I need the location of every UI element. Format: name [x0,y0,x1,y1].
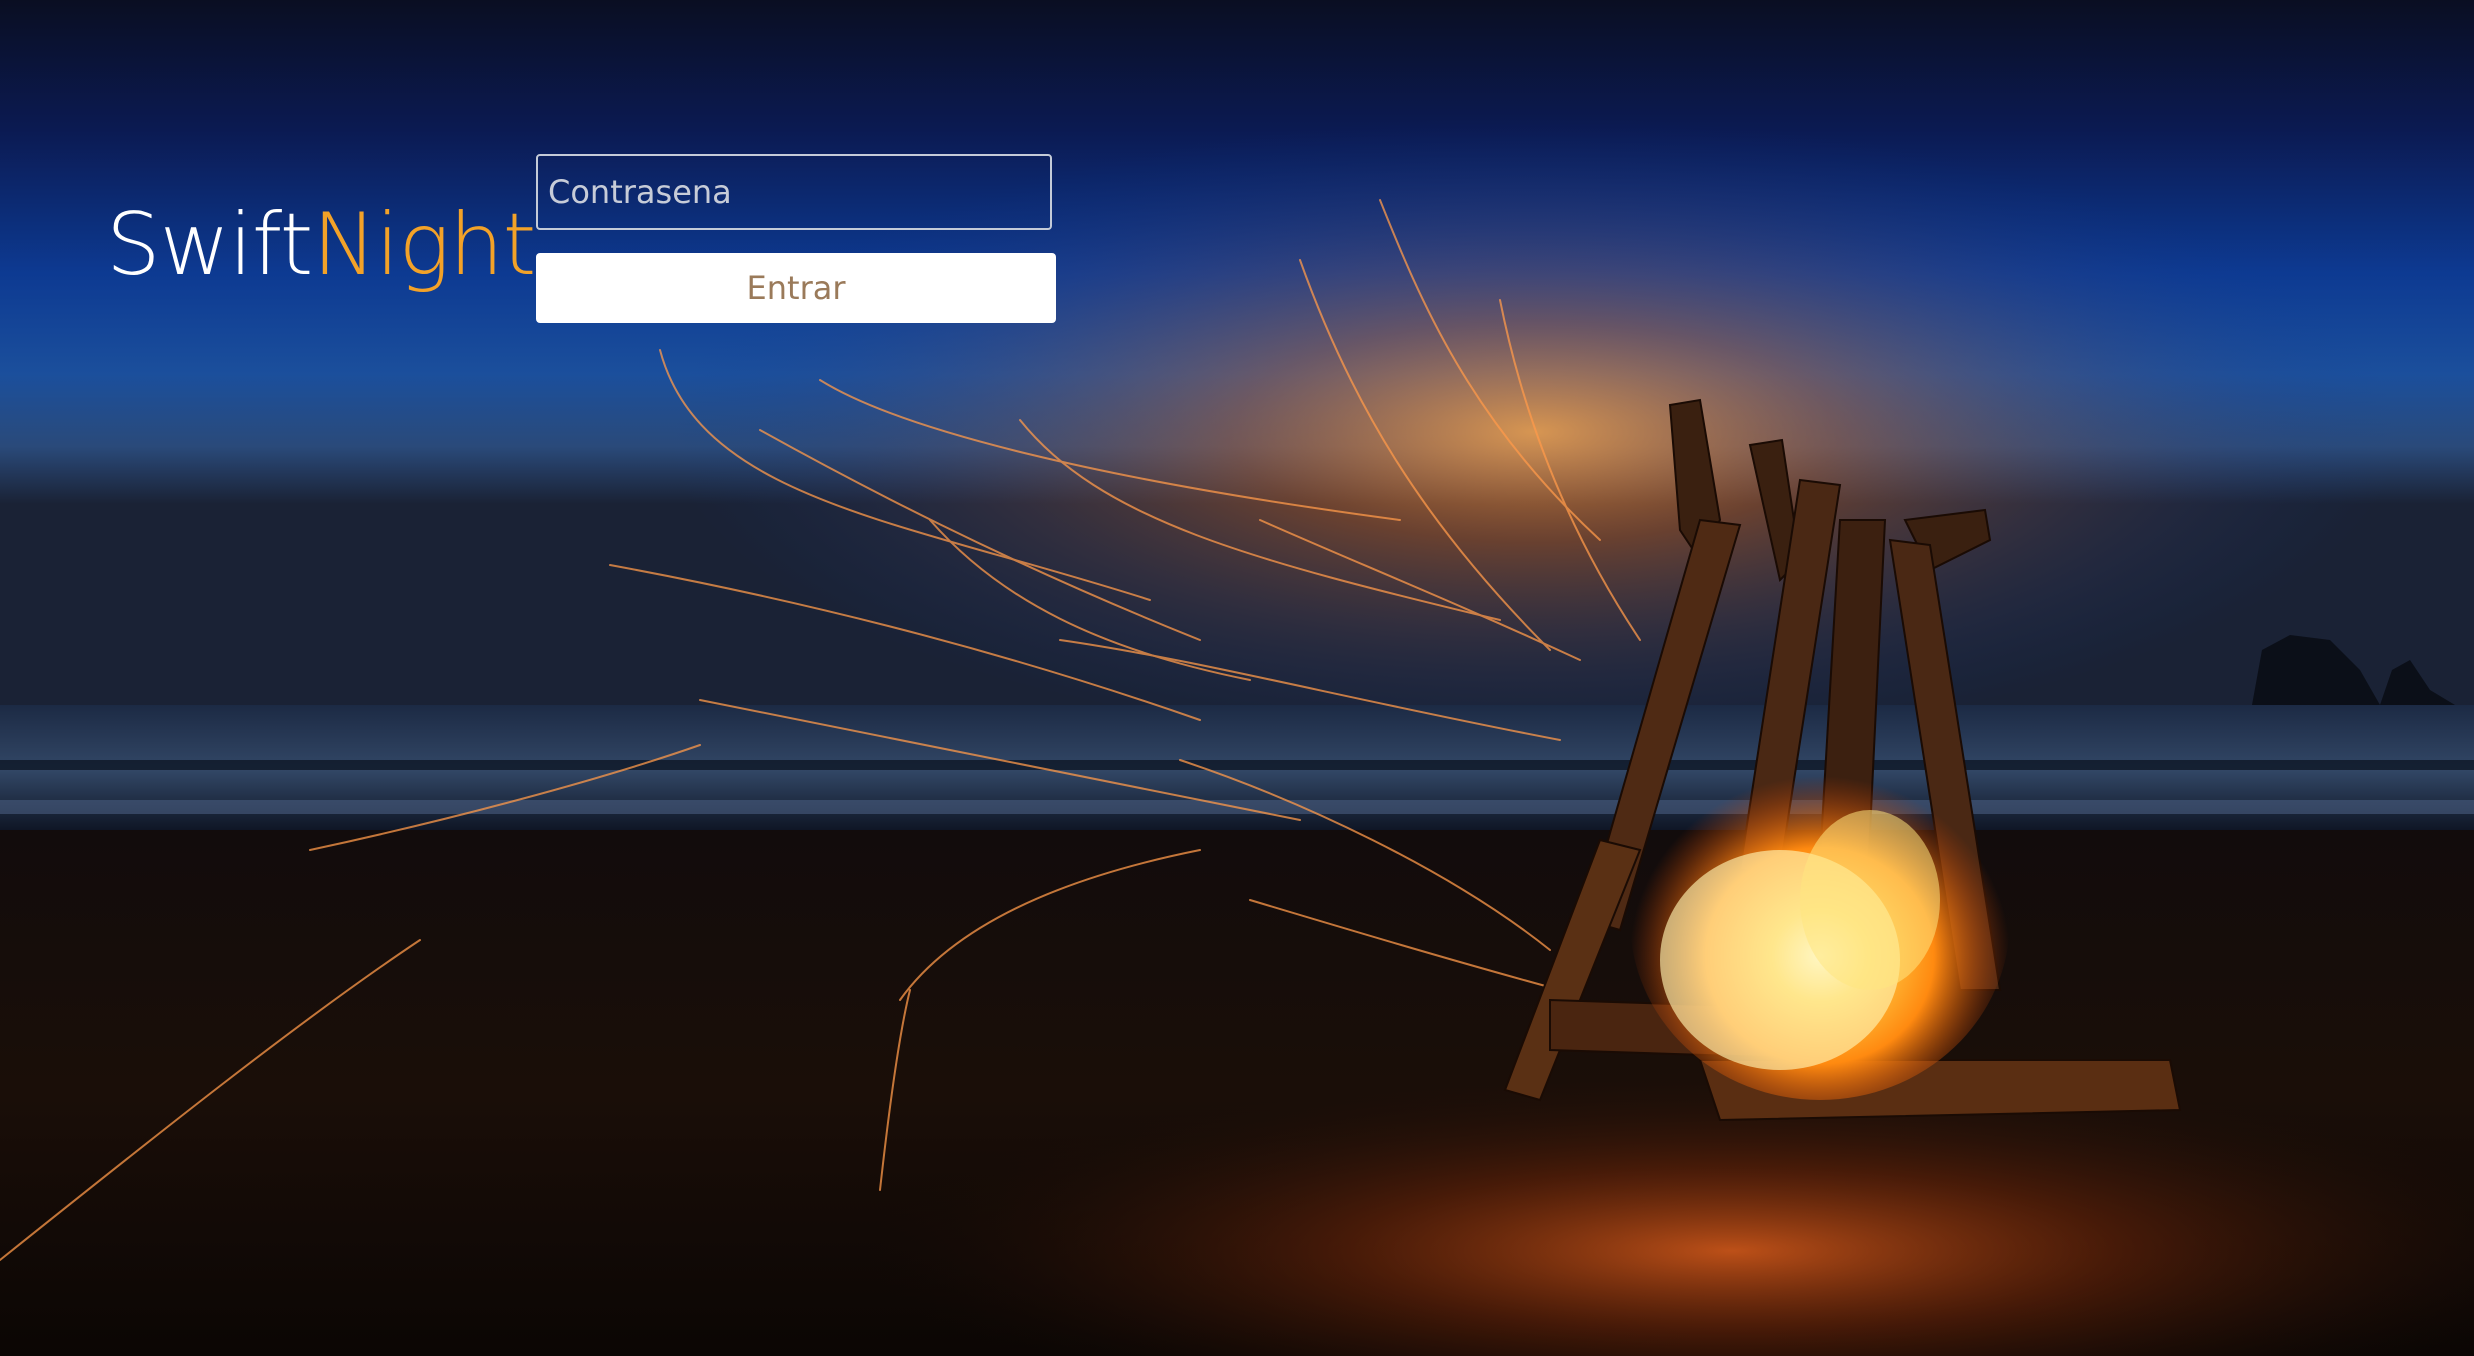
logo-word-night: Night [312,195,536,295]
password-input[interactable] [536,154,1052,230]
logo-word-swift: Swift [106,195,313,295]
enter-button[interactable]: Entrar [536,253,1056,323]
login-screen: SwiftNight Entrar [0,0,2474,1356]
swiftnight-logo: SwiftNight [106,195,536,295]
